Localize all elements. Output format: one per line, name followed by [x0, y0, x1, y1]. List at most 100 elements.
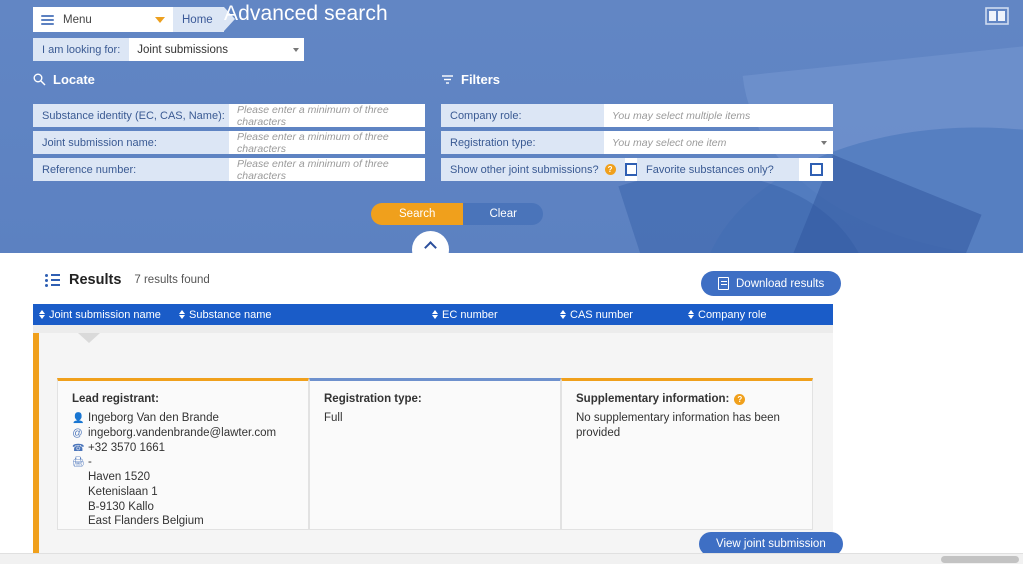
chevron-down-icon: [821, 140, 827, 145]
document-icon: [718, 277, 729, 290]
detail-notch: [78, 333, 100, 343]
registration-type-card-title: Registration type:: [324, 393, 422, 405]
help-icon[interactable]: ?: [734, 393, 746, 405]
lead-registrant-fax: 🖨 -: [72, 455, 294, 470]
row-detail-panel: Lead registrant: 👤 Ingeborg Van den Bran…: [33, 333, 833, 558]
fax-icon: 🖨: [72, 457, 85, 469]
breadcrumb-home[interactable]: Home: [173, 7, 224, 32]
favorite-substances-row: Favorite substances only?: [637, 158, 833, 181]
supplementary-title: Supplementary information: ?: [576, 393, 798, 405]
results-count: 7 results found: [134, 274, 210, 286]
show-other-joint-submissions-label: Show other joint submissions? ?: [441, 158, 625, 181]
clear-button[interactable]: Clear: [463, 203, 543, 225]
search-actions: Search Clear: [371, 203, 543, 225]
lead-registrant-person: 👤 Ingeborg Van den Brande: [72, 411, 294, 426]
reference-number-input[interactable]: Please enter a minimum of three characte…: [229, 158, 425, 182]
column-header-company-role[interactable]: Company role: [682, 309, 833, 321]
search-icon: [33, 73, 46, 86]
show-other-joint-submissions-row: Show other joint submissions? ?: [441, 158, 638, 181]
phone-icon: ☎: [72, 442, 85, 454]
sort-icon: [39, 310, 45, 319]
column-header-joint-submission-name[interactable]: Joint submission name: [33, 309, 173, 321]
menu-button[interactable]: Menu: [33, 7, 173, 32]
detail-accent-bar: [33, 333, 39, 558]
detail-cards: Lead registrant: 👤 Ingeborg Van den Bran…: [57, 378, 813, 530]
search-button[interactable]: Search: [371, 203, 464, 225]
book-panel-icon[interactable]: [985, 7, 1009, 25]
company-role-label: Company role:: [441, 104, 604, 127]
locate-section-heading: Locate: [33, 72, 95, 87]
favorite-checkbox-cell: [799, 158, 833, 181]
lead-registrant-phone: ☎ +32 3570 1661: [72, 441, 294, 456]
substance-identity-input[interactable]: Please enter a minimum of three characte…: [229, 104, 425, 128]
show-other-checkbox-cell: [624, 158, 638, 181]
lead-registrant-email-value: ingeborg.vandenbrande@lawter.com: [88, 426, 277, 439]
column-label: Joint submission name: [49, 308, 161, 321]
column-label: Company role: [698, 308, 767, 321]
lead-registrant-person-name: Ingeborg Van den Brande: [88, 412, 219, 424]
column-label: EC number: [442, 308, 498, 321]
address-line-3: B-9130 Kallo: [88, 500, 154, 513]
show-other-label-text: Show other joint submissions?: [450, 163, 599, 176]
chevron-up-icon: [424, 241, 437, 254]
horizontal-scrollbar-thumb[interactable]: [941, 556, 1019, 563]
looking-for-selector[interactable]: I am looking for: Joint submissions: [33, 38, 304, 61]
lead-registrant-address: Haven 1520 Ketenislaan 1 B-9130 Kallo Ea…: [88, 470, 294, 529]
column-label: CAS number: [570, 308, 633, 321]
address-line-2: Ketenislaan 1: [88, 485, 158, 498]
download-results-button[interactable]: Download results: [701, 271, 842, 296]
show-other-checkbox[interactable]: [624, 163, 638, 176]
sort-icon: [432, 310, 438, 319]
column-header-ec-number[interactable]: EC number: [426, 309, 554, 321]
sort-icon: [179, 310, 185, 319]
filters-heading-label: Filters: [461, 72, 501, 87]
supplementary-title-text: Supplementary information:: [576, 393, 730, 405]
column-label: Substance name: [189, 308, 272, 321]
registration-type-card-value: Full: [324, 412, 343, 424]
address-line-4: East Flanders Belgium: [88, 515, 204, 528]
table-header-row: Joint submission name Substance name EC …: [33, 304, 833, 325]
supplementary-information-card: Supplementary information: ? No suppleme…: [561, 378, 813, 530]
locate-heading-label: Locate: [53, 72, 95, 87]
results-title: Results: [69, 272, 122, 288]
registration-type-label: Registration type:: [441, 131, 604, 154]
favorite-substances-checkbox[interactable]: [809, 163, 823, 176]
reference-number-row: Reference number: Please enter a minimum…: [33, 158, 425, 182]
registration-type-select[interactable]: You may select one item: [604, 131, 821, 154]
column-header-substance-name[interactable]: Substance name: [173, 309, 426, 321]
page-title: Advanced search: [224, 2, 388, 25]
lead-registrant-card: Lead registrant: 👤 Ingeborg Van den Bran…: [57, 378, 309, 530]
list-icon: [45, 273, 60, 287]
download-results-label: Download results: [736, 277, 825, 290]
joint-submission-name-input[interactable]: Please enter a minimum of three characte…: [229, 131, 425, 155]
registration-type-row: Registration type: You may select one it…: [441, 131, 833, 154]
company-role-input[interactable]: You may select multiple items: [604, 104, 833, 127]
at-icon: @: [72, 427, 83, 439]
chevron-down-icon: [155, 16, 165, 23]
filter-icon: [442, 75, 453, 84]
looking-for-label: I am looking for:: [33, 38, 130, 61]
menu-button-label: Menu: [63, 13, 92, 26]
top-navigation-bar: Menu Home: [33, 7, 235, 32]
sort-icon: [688, 310, 694, 319]
supplementary-value: No supplementary information has been pr…: [576, 412, 780, 439]
help-icon[interactable]: ?: [604, 164, 616, 175]
sort-icon: [560, 310, 566, 319]
lead-registrant-title: Lead registrant:: [72, 393, 159, 405]
looking-for-value: Joint submissions: [137, 43, 229, 56]
favorite-substances-label: Favorite substances only?: [637, 158, 799, 181]
hamburger-icon: [41, 14, 54, 25]
joint-submission-name-label: Joint submission name:: [33, 131, 229, 154]
horizontal-scrollbar[interactable]: [0, 553, 1023, 564]
column-header-cas-number[interactable]: CAS number: [554, 309, 682, 321]
breadcrumb-home-label: Home: [182, 13, 213, 26]
registration-type-card: Registration type: Full: [309, 378, 561, 530]
lead-registrant-phone-value: +32 3570 1661: [88, 441, 166, 454]
reference-number-label: Reference number:: [33, 158, 229, 181]
person-icon: 👤: [72, 413, 85, 424]
substance-identity-row: Substance identity (EC, CAS, Name): Plea…: [33, 104, 425, 128]
lead-registrant-fax-value: -: [88, 456, 92, 469]
joint-submission-name-row: Joint submission name: Please enter a mi…: [33, 131, 425, 155]
company-role-row: Company role: You may select multiple it…: [441, 104, 833, 127]
substance-identity-label: Substance identity (EC, CAS, Name):: [33, 104, 229, 127]
